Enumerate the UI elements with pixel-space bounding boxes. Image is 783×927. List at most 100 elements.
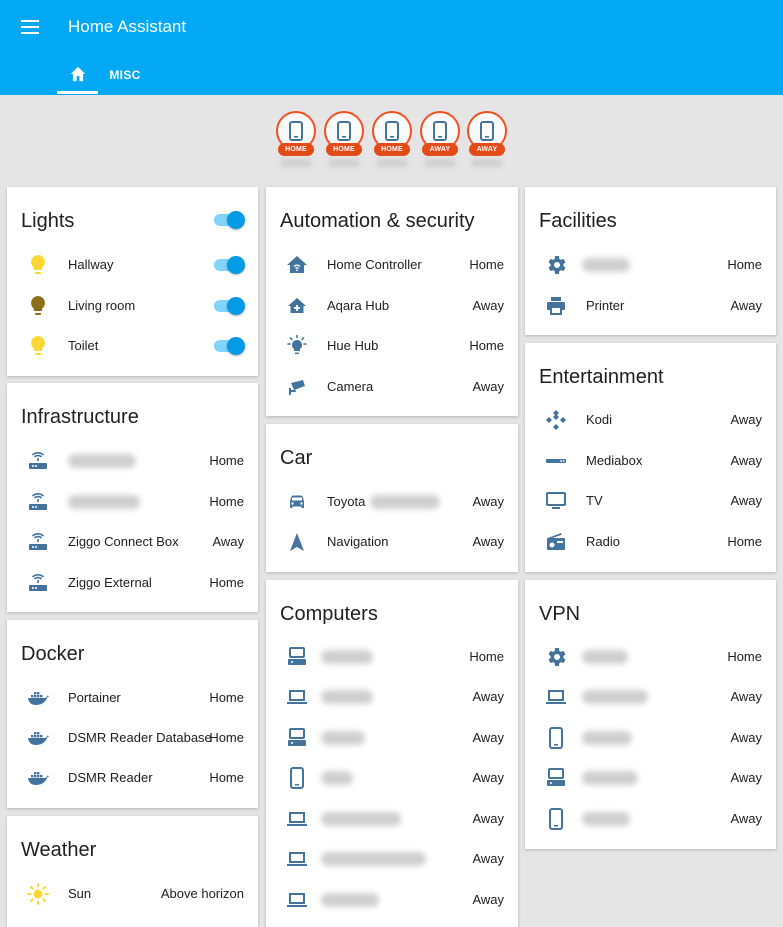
redacted-name xyxy=(68,454,136,468)
tab-home[interactable] xyxy=(57,56,98,94)
entity-row[interactable]: Kodi Away xyxy=(525,400,776,440)
cellphone-icon xyxy=(385,121,399,141)
entity-row[interactable]: Away xyxy=(266,839,518,879)
entity-row[interactable]: Ziggo Connect Box Away xyxy=(7,522,258,562)
device-badge[interactable]: HOME xyxy=(276,111,316,171)
entity-row[interactable]: Home xyxy=(7,441,258,481)
navigation-icon xyxy=(285,530,309,554)
card-infrastructure: Infrastructure Home Home Ziggo Connect B… xyxy=(7,383,258,612)
hallway-toggle[interactable] xyxy=(214,256,245,274)
laptop-icon xyxy=(285,685,309,709)
entity-row[interactable]: Home xyxy=(525,637,776,677)
entity-row[interactable]: Printer Away xyxy=(525,286,776,326)
home-automation-icon xyxy=(285,253,309,277)
entity-row[interactable]: Home xyxy=(525,245,776,285)
badge-name-redacted xyxy=(376,159,408,167)
card-title: VPN xyxy=(539,603,581,625)
card-title: Lights xyxy=(21,210,75,232)
entity-row[interactable]: Away xyxy=(525,677,776,717)
entity-row[interactable]: Away xyxy=(266,880,518,920)
settings-icon xyxy=(544,645,568,669)
entity-row[interactable]: Toyota Away xyxy=(266,482,518,522)
menu-button[interactable] xyxy=(12,12,48,42)
router-icon xyxy=(26,530,50,554)
lightbulb-hub-icon xyxy=(285,334,309,358)
entity-row[interactable]: Away xyxy=(266,718,518,758)
card-title: Docker xyxy=(21,643,85,665)
entity-row[interactable]: DSMR Reader Database Home xyxy=(7,718,258,758)
device-badge[interactable]: HOME xyxy=(324,111,364,171)
entity-row[interactable]: Away xyxy=(525,758,776,798)
redacted-name xyxy=(321,852,426,866)
router-icon xyxy=(26,490,50,514)
entity-row[interactable]: Ziggo External Home xyxy=(7,563,258,603)
device-badge[interactable]: AWAY xyxy=(420,111,460,171)
entity-row[interactable]: Portainer Home xyxy=(7,678,258,718)
entity-row[interactable]: Aqara Hub Away xyxy=(266,286,518,326)
router-icon xyxy=(26,571,50,595)
cellphone-icon xyxy=(337,121,351,141)
entity-row[interactable]: Away xyxy=(266,758,518,798)
redacted-name xyxy=(321,771,353,785)
entity-row[interactable]: Away xyxy=(266,677,518,717)
entity-row[interactable]: Home xyxy=(266,637,518,677)
menu-icon xyxy=(21,20,39,34)
entity-row[interactable]: Mediabox Away xyxy=(525,441,776,481)
entity-row[interactable]: TV Away xyxy=(525,481,776,521)
redacted-name xyxy=(582,771,638,785)
cellphone-icon xyxy=(480,121,494,141)
entity-row[interactable]: Radio Home xyxy=(525,522,776,562)
card-docker: Docker Portainer Home DSMR Reader Databa… xyxy=(7,620,258,808)
entity-row[interactable]: Away xyxy=(266,799,518,839)
redacted-name xyxy=(582,690,648,704)
badge-state: HOME xyxy=(278,143,314,156)
badge-state: AWAY xyxy=(422,143,458,156)
toilet-toggle[interactable] xyxy=(214,337,245,355)
card-vpn: VPN Home Away Away Away Away xyxy=(525,580,776,849)
entity-row[interactable]: Hue Hub Home xyxy=(266,326,518,366)
device-badge[interactable]: AWAY xyxy=(467,111,507,171)
entity-row[interactable]: Home xyxy=(7,482,258,522)
server-icon xyxy=(544,766,568,790)
card-title: Entertainment xyxy=(539,366,664,388)
entity-row[interactable]: Toilet xyxy=(7,326,258,366)
entity-row[interactable]: Away xyxy=(525,799,776,839)
docker-icon xyxy=(26,726,50,750)
card-title: Car xyxy=(280,447,313,469)
laptop-icon xyxy=(544,685,568,709)
badge-state: HOME xyxy=(374,143,410,156)
card-automation-security: Automation & security Home Controller Ho… xyxy=(266,187,518,416)
entity-row[interactable]: Sun Above horizon xyxy=(7,874,258,914)
car-icon xyxy=(285,490,309,514)
card-title: Weather xyxy=(21,839,97,861)
entity-row[interactable]: Home Controller Home xyxy=(266,245,518,285)
laptop-icon xyxy=(285,807,309,831)
redacted-name xyxy=(68,495,140,509)
entity-row[interactable]: Navigation Away xyxy=(266,522,518,562)
lightbulb-icon xyxy=(26,253,50,277)
redacted-name xyxy=(321,731,365,745)
tab-misc[interactable]: MISC xyxy=(100,56,150,94)
device-badge[interactable]: HOME xyxy=(372,111,412,171)
redacted-name xyxy=(321,690,373,704)
laptop-icon xyxy=(285,847,309,871)
entity-row[interactable]: Away xyxy=(525,718,776,758)
entity-row[interactable]: Hallway xyxy=(7,245,258,285)
app-title: Home Assistant xyxy=(68,17,187,36)
card-computers: Computers Home Away Away Away Away Away … xyxy=(266,580,518,927)
lights-group-toggle[interactable] xyxy=(214,211,245,229)
router-icon xyxy=(26,449,50,473)
entity-row[interactable]: DSMR Reader Home xyxy=(7,758,258,798)
entity-row[interactable]: Camera Away xyxy=(266,367,518,407)
entity-row[interactable]: Living room xyxy=(7,286,258,326)
home-icon xyxy=(70,66,85,81)
badge-name-redacted xyxy=(471,159,503,167)
living-room-toggle[interactable] xyxy=(214,297,245,315)
cellphone-icon xyxy=(433,121,447,141)
badge-state: AWAY xyxy=(469,143,505,156)
badge-state: HOME xyxy=(326,143,362,156)
sun-icon xyxy=(26,882,50,906)
app-header: Home Assistant MISC xyxy=(0,0,783,95)
card-car: Car Toyota Away Navigation Away xyxy=(266,424,518,572)
docker-icon xyxy=(26,766,50,790)
